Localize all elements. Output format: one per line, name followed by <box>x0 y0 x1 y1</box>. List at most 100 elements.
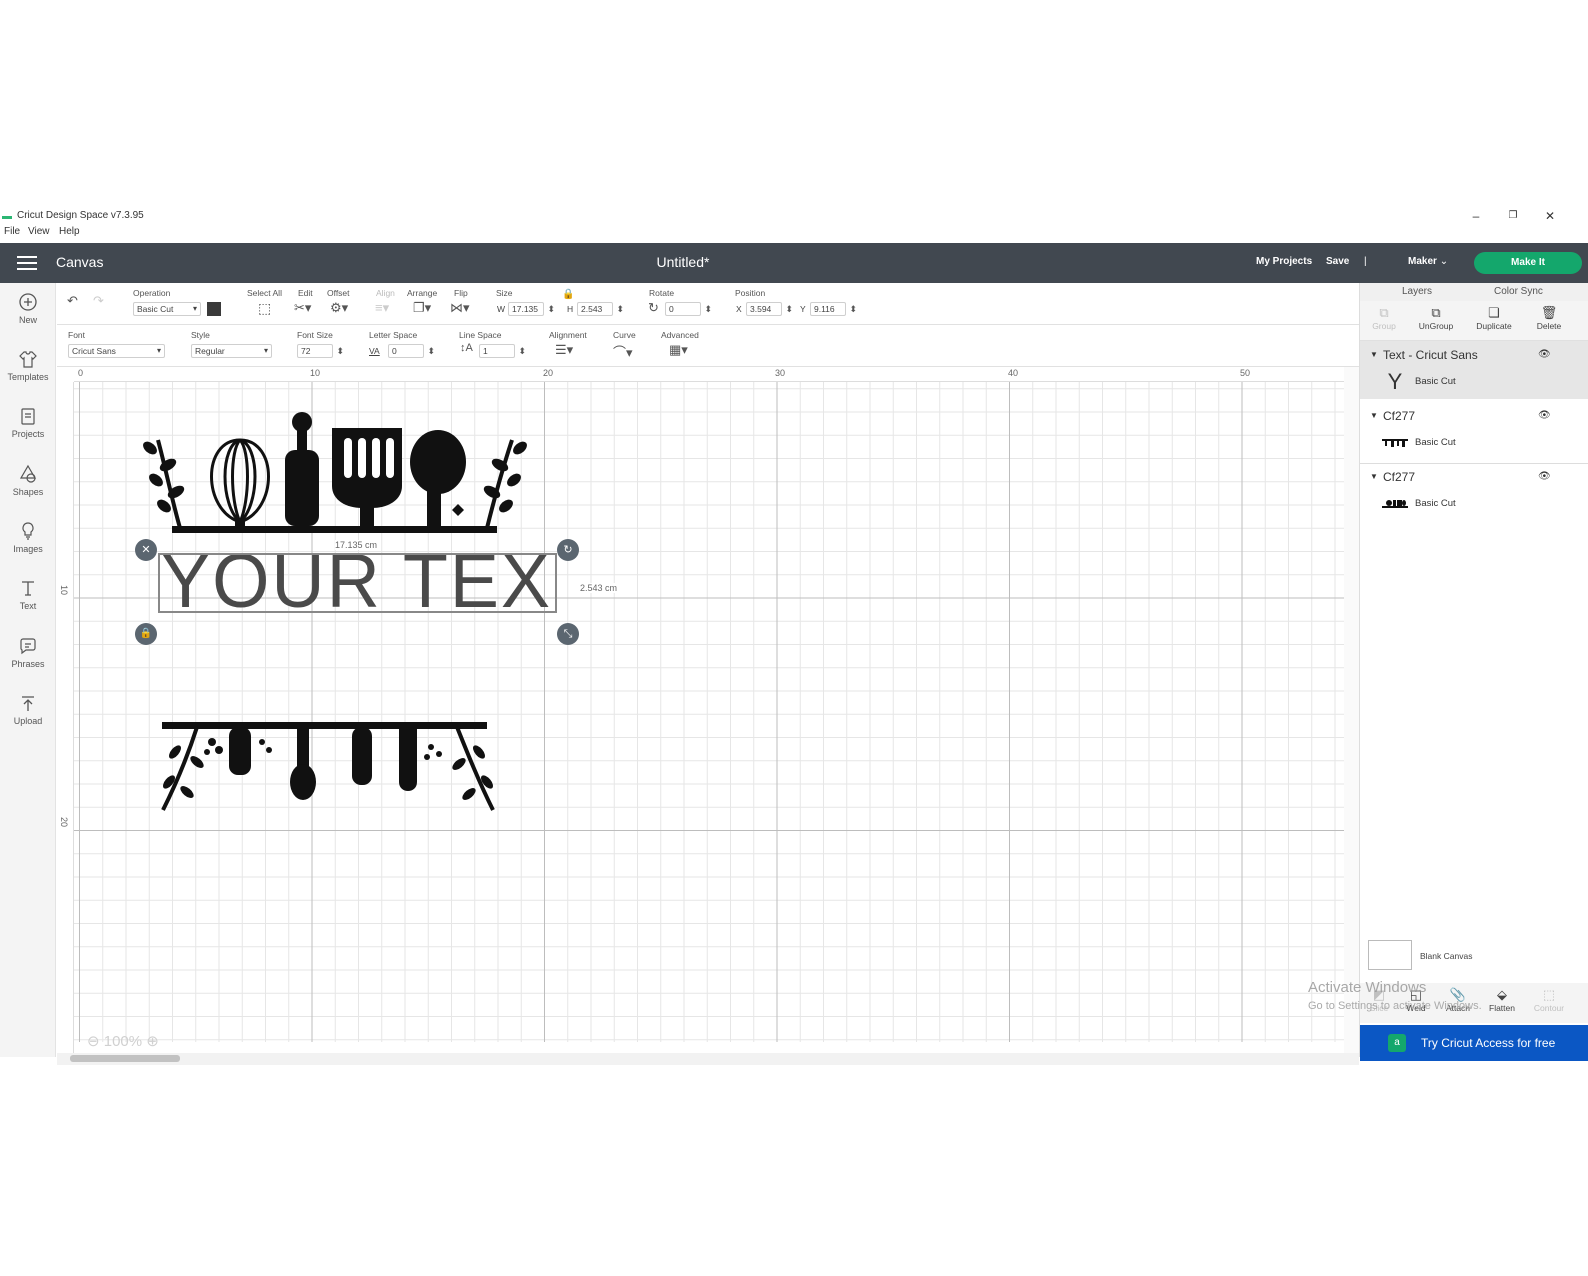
layer-row[interactable]: ▼ Text - Cricut Sans 👁 <box>1360 345 1588 367</box>
resize-handle-icon[interactable]: ⤡ <box>557 623 579 645</box>
width-readout: 17.135 cm <box>335 540 378 550</box>
rail-text[interactable]: Text <box>0 577 56 611</box>
ungroup-button[interactable]: ⧉ UnGroup <box>1418 305 1454 331</box>
line-space-input[interactable]: 1 <box>479 344 526 358</box>
rotate-handle-icon[interactable]: ↻ <box>557 539 579 561</box>
curve-icon[interactable]: ⌒▾ <box>613 342 633 361</box>
redo-icon[interactable]: ↷ <box>93 293 104 309</box>
rotate-input[interactable]: 0 <box>665 302 712 316</box>
scissors-icon[interactable]: ✂▾ <box>294 300 311 316</box>
letter-space-input[interactable]: 0 <box>388 344 435 358</box>
undo-icon[interactable]: ↶ <box>67 293 78 309</box>
operation-label: Operation <box>133 288 171 298</box>
advanced-icon[interactable]: ▦▾ <box>669 342 688 358</box>
scrollbar-thumb[interactable] <box>70 1055 180 1062</box>
shirt-icon <box>19 351 37 368</box>
duplicate-icon: ❏ <box>1488 305 1500 320</box>
height-input[interactable]: 2.543 <box>577 302 624 316</box>
layer-sub-row[interactable]: Basic Cut <box>1360 487 1588 521</box>
arrange-icon[interactable]: ❐▾ <box>413 300 431 316</box>
flip-icon[interactable]: ⋈▾ <box>450 300 470 316</box>
group-icon: ⧉ <box>1379 305 1389 320</box>
lock-handle-icon[interactable]: 🔒 <box>135 623 157 645</box>
flatten-button[interactable]: ⬙ Flatten <box>1487 987 1517 1013</box>
menu-file[interactable]: File <box>4 226 20 237</box>
my-projects-link[interactable]: My Projects <box>1256 256 1312 267</box>
rail-phrases[interactable]: Phrases <box>0 635 56 669</box>
layer-row[interactable]: ▼ Cf277 👁 <box>1360 467 1588 489</box>
layer-row[interactable]: ▼ Cf277 👁 <box>1360 406 1588 428</box>
align-icon[interactable]: ≡▾ <box>375 300 389 316</box>
horizontal-scrollbar[interactable] <box>57 1053 1359 1065</box>
close-window-button[interactable]: ✕ <box>1540 209 1560 225</box>
layer-operation: Basic Cut <box>1415 437 1456 448</box>
design-canvas[interactable]: 0 10 20 30 40 50 10 20 YOUR TEX 17.135 c… <box>57 367 1359 1053</box>
kitchen-utensils-bottom-art[interactable] <box>157 722 502 817</box>
app-header: Canvas Untitled* My Projects Save | Make… <box>0 243 1588 283</box>
visibility-eye-icon[interactable]: 👁 <box>1538 471 1551 482</box>
ungroup-label: UnGroup <box>1418 321 1454 331</box>
kitchen-utensils-top-art[interactable] <box>142 410 527 538</box>
y-input[interactable]: 9.116 <box>810 302 857 316</box>
size-label: Size <box>496 288 513 298</box>
restore-button[interactable]: ❐ <box>1503 209 1523 225</box>
operation-select[interactable]: Basic Cut <box>133 302 201 316</box>
text-align-icon[interactable]: ☰▾ <box>555 342 573 358</box>
zoom-level[interactable]: ⊖ 100% ⊕ <box>87 1032 159 1050</box>
layer-sub-row[interactable]: Y Basic Cut <box>1360 365 1588 399</box>
line-space-icon: ↕A <box>460 342 473 354</box>
zoom-value: 100% <box>103 1033 143 1050</box>
font-size-input[interactable]: 72 <box>297 344 344 358</box>
layer-thumbnail-top-art <box>1382 500 1408 508</box>
vertical-scrollbar[interactable] <box>1344 367 1359 1053</box>
menu-view[interactable]: View <box>28 226 50 237</box>
caret-down-icon[interactable]: ▼ <box>1370 350 1378 359</box>
menu-help[interactable]: Help <box>59 226 80 237</box>
tab-layers[interactable]: Layers <box>1402 286 1432 297</box>
font-select[interactable]: Cricut Sans <box>68 344 165 358</box>
chevron-down-icon: ⌄ <box>1439 256 1449 267</box>
width-input[interactable]: 17.135 <box>508 302 555 316</box>
group-label: Group <box>1372 321 1396 331</box>
lock-ratio-icon[interactable]: 🔒 <box>562 289 574 300</box>
group-button[interactable]: ⧉ Group <box>1372 305 1396 331</box>
delete-handle-icon[interactable]: ✕ <box>135 539 157 561</box>
layer-sub-row[interactable]: Basic Cut <box>1360 426 1588 460</box>
offset-icon[interactable]: ⚙▾ <box>330 300 348 316</box>
rail-images[interactable]: Images <box>0 520 56 554</box>
hamburger-menu-icon[interactable] <box>17 256 37 270</box>
try-cricut-access-banner[interactable]: a Try Cricut Access for free <box>1360 1025 1588 1061</box>
visibility-eye-icon[interactable]: 👁 <box>1538 410 1551 421</box>
rail-projects[interactable]: Projects <box>0 405 56 439</box>
app-window: Cricut Design Space v7.3.95 – ❐ ✕ File V… <box>0 209 1588 1067</box>
contour-button[interactable]: ⬚ Contour <box>1532 987 1566 1013</box>
minimize-button[interactable]: – <box>1466 209 1486 225</box>
text-icon <box>22 581 34 596</box>
rail-templates[interactable]: Templates <box>0 348 56 382</box>
upload-icon <box>22 696 34 711</box>
caret-down-icon[interactable]: ▼ <box>1370 411 1378 420</box>
ruler-tick: 50 <box>1240 368 1251 378</box>
rail-upload-label: Upload <box>13 716 43 726</box>
make-it-button[interactable]: Make It <box>1474 252 1582 274</box>
blank-canvas-swatch[interactable] <box>1368 940 1412 970</box>
caret-down-icon[interactable]: ▼ <box>1370 472 1378 481</box>
select-all-label: Select All <box>247 288 282 298</box>
layer-name: Cf277 <box>1383 470 1416 484</box>
rail-shapes[interactable]: Shapes <box>0 463 56 497</box>
machine-selector[interactable]: Maker ⌄ <box>1408 256 1448 267</box>
duplicate-button[interactable]: ❏ Duplicate <box>1474 305 1514 331</box>
delete-button[interactable]: 🗑 Delete <box>1535 305 1563 331</box>
save-link[interactable]: Save <box>1326 256 1349 267</box>
line-space-label: Line Space <box>459 330 502 340</box>
tab-color-sync[interactable]: Color Sync <box>1494 286 1543 297</box>
layer-name: Cf277 <box>1383 409 1416 423</box>
rail-upload[interactable]: Upload <box>0 692 56 726</box>
rail-new[interactable]: New <box>0 291 56 325</box>
visibility-eye-icon[interactable]: 👁 <box>1538 349 1551 360</box>
alignment-label: Alignment <box>549 330 587 340</box>
style-select[interactable]: Regular <box>191 344 272 358</box>
color-swatch[interactable] <box>207 302 221 316</box>
select-all-icon[interactable]: ⬚ <box>258 300 271 317</box>
x-input[interactable]: 3.594 <box>746 302 793 316</box>
